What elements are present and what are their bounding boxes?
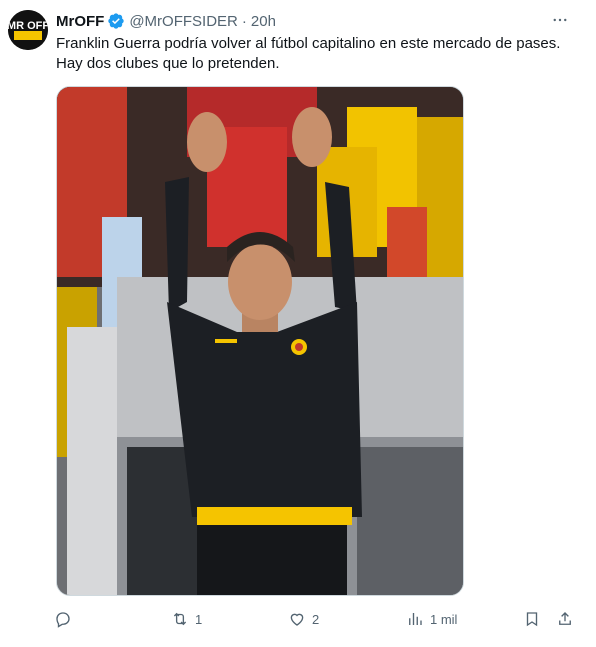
tweet-text-line: Hay dos clubes que lo pretenden. <box>56 55 280 72</box>
more-icon[interactable] <box>550 10 570 30</box>
like-count: 2 <box>312 611 320 627</box>
tweet-text-line: Franklin Guerra podría volver al fútbol … <box>56 35 561 52</box>
avatar-logo-text: MR OFF <box>8 20 48 32</box>
author-name[interactable]: MrOFF <box>56 13 104 30</box>
tweet-text: Franklin Guerra podría volver al fútbol … <box>56 34 576 74</box>
like-button[interactable]: 2 <box>288 607 319 631</box>
reply-icon <box>56 612 70 628</box>
retweet-count: 1 <box>195 611 203 627</box>
views-button[interactable]: 1 mil <box>406 607 457 631</box>
verified-badge-icon <box>107 12 125 30</box>
tweet-actions: 1 2 1 mil <box>54 607 576 631</box>
tweet-header: MrOFF @MrOFFSIDER · 20h <box>56 11 276 31</box>
separator-dot: · <box>241 12 247 30</box>
views-count: 1 mil <box>430 611 458 627</box>
retweet-icon <box>173 612 187 626</box>
bookmark-icon <box>526 612 538 627</box>
share-button[interactable] <box>556 607 574 631</box>
tweet-photo[interactable] <box>56 86 464 596</box>
tweet-timestamp[interactable]: 20h <box>251 13 276 30</box>
avatar[interactable]: MR OFF <box>8 10 48 50</box>
heart-icon <box>290 613 304 626</box>
bookmark-button[interactable] <box>523 607 541 631</box>
tweet-card[interactable]: MR OFF MrOFF @MrOFFSIDER · 20h Franklin … <box>0 0 596 647</box>
reply-button[interactable] <box>54 607 78 631</box>
retweet-button[interactable]: 1 <box>171 607 202 631</box>
share-icon <box>559 612 571 625</box>
views-chart-icon <box>409 613 422 625</box>
author-handle[interactable]: @MrOFFSIDER <box>129 13 238 30</box>
